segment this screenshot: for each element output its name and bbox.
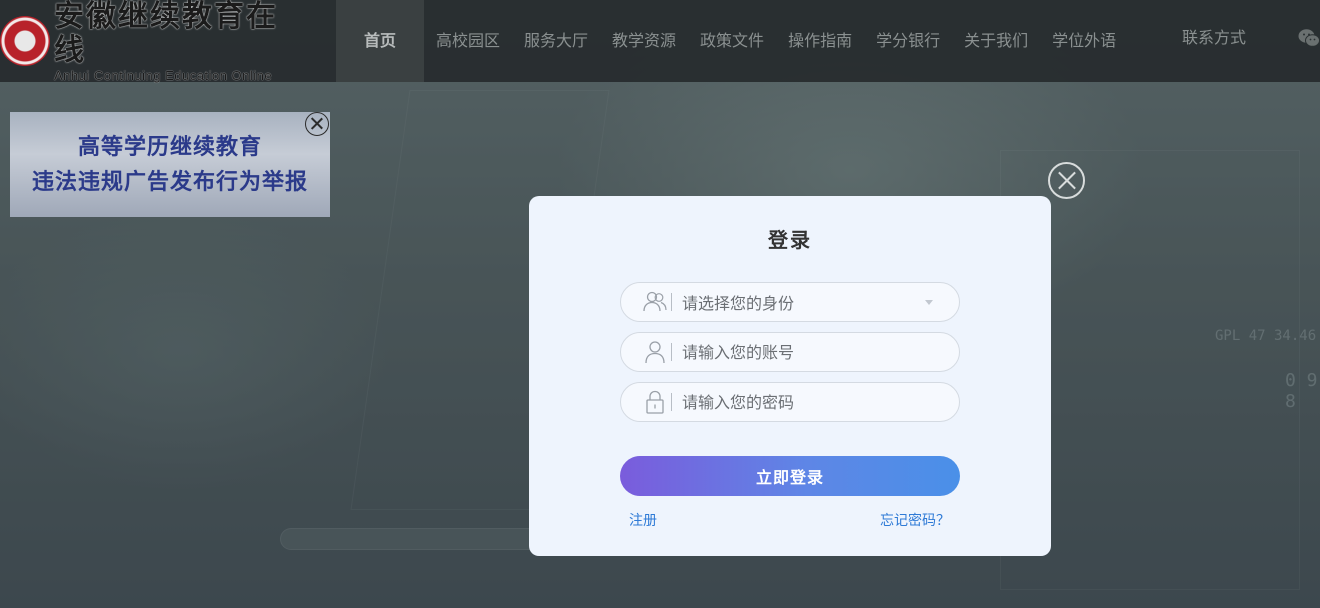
password-input[interactable]	[682, 392, 932, 412]
nav-item-campus[interactable]: 高校园区	[424, 0, 512, 82]
chevron-down-icon	[925, 300, 933, 305]
nav-item-home[interactable]: 首页	[336, 0, 424, 82]
user-icon	[645, 341, 665, 364]
nav-item-service-hall[interactable]: 服务大厅	[512, 0, 600, 82]
banner-line-1: 高等学历继续教育	[77, 134, 262, 160]
identity-select[interactable]: 请选择您的身份	[620, 282, 960, 322]
banner-close-icon[interactable]	[305, 112, 329, 136]
nav-item-credit-bank[interactable]: 学分银行	[864, 0, 952, 82]
lock-icon	[646, 390, 664, 414]
site-logo[interactable]: 安徽继续教育在线 Anhui Continuing Education Onli…	[0, 0, 290, 83]
nav-item-teaching-resources[interactable]: 教学资源	[600, 0, 688, 82]
login-modal: 登录 请选择您的身份 立即登录 注册 忘记密码？	[529, 196, 1051, 556]
register-link[interactable]: 注册	[629, 510, 657, 530]
identity-select-value: 请选择您的身份	[682, 294, 795, 313]
banner-line-2: 违法违规广告发布行为举报	[31, 169, 308, 195]
modal-close-icon[interactable]	[1048, 162, 1085, 199]
main-nav: 首页 高校园区 服务大厅 教学资源 政策文件 操作指南 学分银行 关于我们 学位…	[336, 0, 1128, 82]
logo-emblem-icon	[0, 16, 50, 66]
users-icon	[643, 291, 667, 312]
nav-item-guide[interactable]: 操作指南	[776, 0, 864, 82]
login-title: 登录	[768, 228, 812, 252]
wechat-icon[interactable]	[1298, 28, 1320, 48]
nav-item-about-us[interactable]: 关于我们	[952, 0, 1040, 82]
nav-item-contact[interactable]: 联系方式	[1182, 0, 1246, 76]
password-field[interactable]	[620, 382, 960, 422]
logo-title: 安徽继续教育在线	[54, 0, 278, 68]
report-ad-banner[interactable]: 高等学历继续教育 违法违规广告发布行为举报	[10, 112, 330, 217]
account-field[interactable]	[620, 332, 960, 372]
logo-subtitle: Anhui Continuing Education Online	[54, 67, 273, 83]
top-header: 安徽继续教育在线 Anhui Continuing Education Onli…	[0, 0, 1320, 83]
field-separator	[671, 293, 672, 311]
nav-item-degree-language[interactable]: 学位外语	[1040, 0, 1128, 82]
forgot-password-link[interactable]: 忘记密码？	[880, 510, 950, 530]
field-separator	[671, 343, 672, 361]
field-separator	[671, 393, 672, 411]
login-submit-button[interactable]: 立即登录	[620, 456, 960, 496]
nav-item-policy-files[interactable]: 政策文件	[688, 0, 776, 82]
account-input[interactable]	[682, 342, 932, 362]
